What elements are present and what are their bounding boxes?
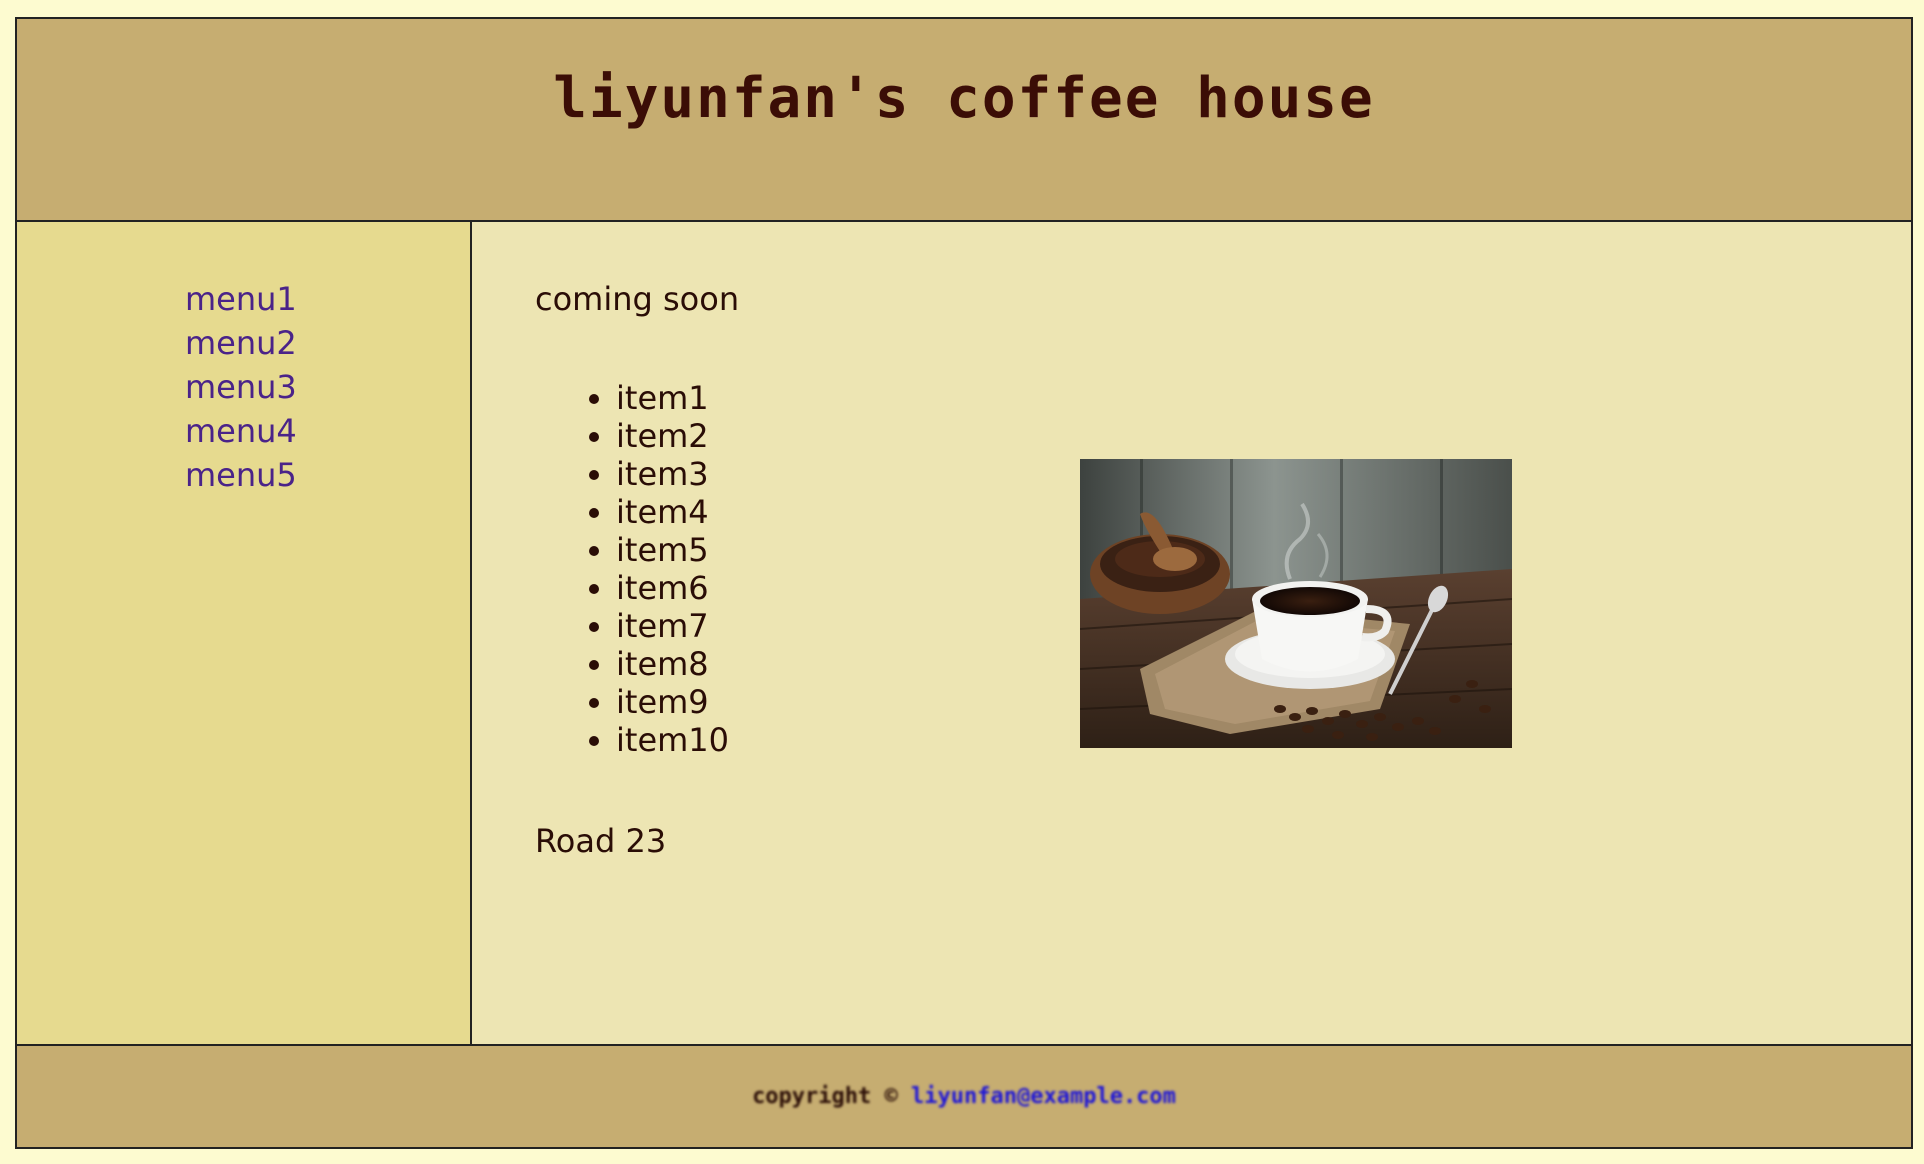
menu-link[interactable]: menu4 <box>185 412 297 450</box>
list-item: item10 <box>616 721 729 759</box>
list-item: item1 <box>616 379 729 417</box>
list-item: item3 <box>616 455 729 493</box>
menu-link[interactable]: menu2 <box>185 324 297 362</box>
copyright-text: copyright © <box>752 1084 898 1109</box>
list-item: item8 <box>616 645 729 683</box>
list-item: item6 <box>616 569 729 607</box>
menu-link[interactable]: menu3 <box>185 368 297 406</box>
footer-text: copyright © liyunfan@example.com <box>752 1084 1176 1109</box>
sidebar-item-menu4: menu4 <box>185 412 297 456</box>
sidebar: menu1 menu2 menu3 menu4 menu5 <box>17 222 472 1048</box>
sidebar-item-menu1: menu1 <box>185 280 297 324</box>
list-item: item5 <box>616 531 729 569</box>
coffee-cup-photo <box>1080 459 1512 748</box>
site-footer: copyright © liyunfan@example.com <box>17 1044 1911 1147</box>
footer-email-link[interactable]: liyunfan@example.com <box>911 1084 1176 1109</box>
sidebar-item-menu5: menu5 <box>185 456 297 500</box>
list-item: item2 <box>616 417 729 455</box>
list-item: item9 <box>616 683 729 721</box>
intro-text: coming soon <box>535 280 740 318</box>
menu-link[interactable]: menu5 <box>185 456 297 494</box>
list-item: item7 <box>616 607 729 645</box>
list-item: item4 <box>616 493 729 531</box>
menu-link[interactable]: menu1 <box>185 280 297 318</box>
sidebar-menu: menu1 menu2 menu3 menu4 menu5 <box>185 280 297 500</box>
sidebar-item-menu3: menu3 <box>185 368 297 412</box>
page-frame: liyunfan's coffee house menu1 menu2 menu… <box>15 17 1913 1149</box>
item-list: item1 item2 item3 item4 item5 item6 item… <box>552 379 729 759</box>
sidebar-item-menu2: menu2 <box>185 324 297 368</box>
site-header: liyunfan's coffee house <box>17 19 1911 222</box>
main-content: coming soon item1 item2 item3 item4 item… <box>472 222 1911 1048</box>
address-text: Road 23 <box>535 822 667 860</box>
site-title: liyunfan's coffee house <box>553 66 1375 132</box>
